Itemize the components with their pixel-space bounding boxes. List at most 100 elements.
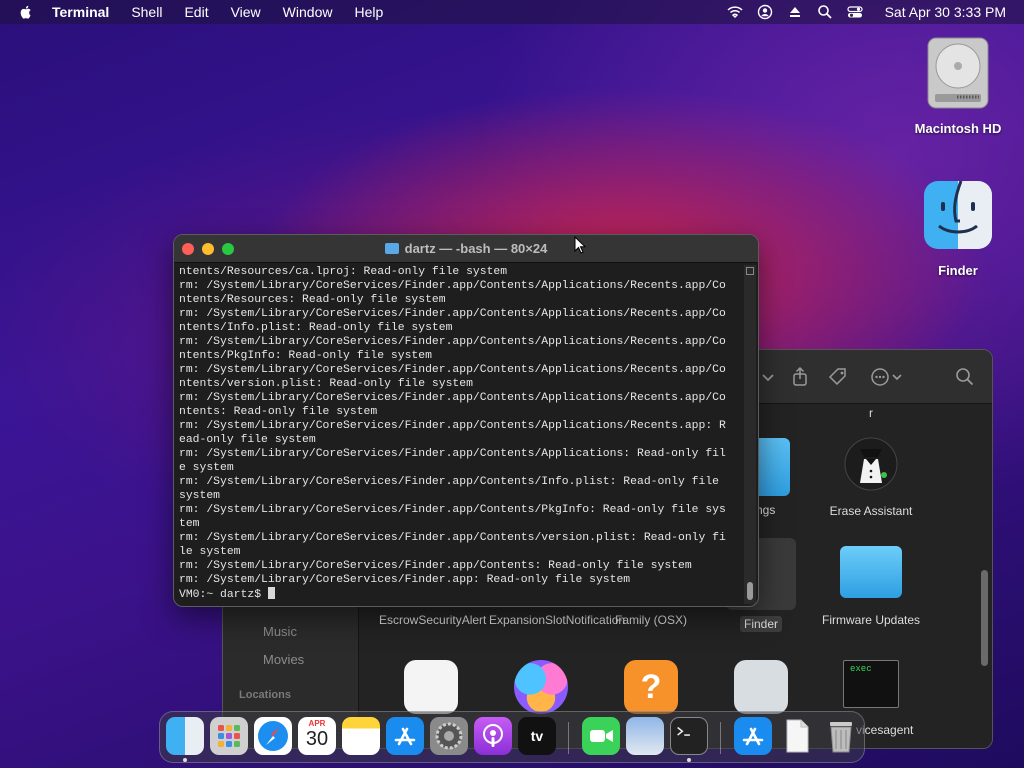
- desktop-icon-label: Macintosh HD: [914, 121, 1002, 136]
- terminal-titlebar[interactable]: dartz — -bash — 80×24: [174, 235, 758, 263]
- dock-finder-icon[interactable]: [166, 717, 204, 755]
- terminal-output[interactable]: ntents/Resources/ca.lproj: Read-only fil…: [179, 265, 740, 602]
- finder-item-expansionslotnotification[interactable]: ExpansionSlotNotification: [486, 612, 626, 628]
- terminal-line: ntents/Resources: Read-only file system: [179, 294, 446, 306]
- menu-edit[interactable]: Edit: [184, 4, 208, 20]
- terminal-line: le system: [179, 546, 241, 558]
- calendar-month: APR: [308, 719, 326, 728]
- dock: APR 30 tv: [159, 711, 865, 763]
- terminal-line: ead-only file system: [179, 434, 316, 446]
- calendar-day: 30: [305, 728, 329, 750]
- wifi-icon[interactable]: [727, 4, 743, 20]
- finder-item-family-osx[interactable]: Family (OSX): [596, 612, 706, 628]
- terminal-line: rm: /System/Library/CoreServices/Finder.…: [179, 476, 720, 488]
- share-icon[interactable]: [789, 366, 811, 388]
- desktop-icon-label: Finder: [938, 263, 978, 278]
- terminal-line: ntents: Read-only file system: [179, 406, 378, 418]
- terminal-line: rm: /System/Library/CoreServices/Finder.…: [179, 504, 726, 516]
- dock-safari-icon[interactable]: [254, 717, 292, 755]
- finder-item-erase-assistant[interactable]: Erase Assistant: [816, 435, 926, 519]
- finder-item-label: Finder: [739, 616, 782, 632]
- running-indicator: [687, 758, 691, 762]
- help-icon: ?: [624, 660, 678, 714]
- terminal-line: system: [179, 490, 221, 502]
- terminal-line: ntents/Resources/ca.lproj: Read-only fil…: [179, 266, 508, 278]
- menu-help[interactable]: Help: [354, 4, 383, 20]
- search-icon[interactable]: [954, 366, 976, 388]
- sidebar-item-movies[interactable]: Movies: [263, 652, 304, 667]
- dock-separator: [568, 722, 569, 754]
- user-icon[interactable]: [757, 4, 773, 20]
- menu-view[interactable]: View: [231, 4, 261, 20]
- finder-item-label: vicesagent: [856, 723, 914, 737]
- dock-preview-icon[interactable]: [626, 717, 664, 755]
- dock-trash-icon[interactable]: [822, 717, 860, 755]
- dock-podcasts-icon[interactable]: [474, 717, 512, 755]
- terminal-title-text: dartz — -bash — 80×24: [404, 241, 548, 256]
- terminal-line: rm: /System/Library/CoreServices/Finder.…: [179, 392, 726, 404]
- chevron-down-icon[interactable]: [757, 366, 779, 388]
- terminal-line: e system: [179, 462, 234, 474]
- dock-system-preferences-icon[interactable]: [430, 717, 468, 755]
- terminal-line: ntents/PkgInfo: Read-only file system: [179, 350, 432, 362]
- terminal-line: rm: /System/Library/CoreServices/Finder.…: [179, 532, 726, 544]
- app-icon: [734, 660, 788, 714]
- dock-tv-icon[interactable]: tv: [518, 717, 556, 755]
- finder-item-label: EscrowSecurityAlert: [379, 613, 487, 627]
- terminal-scrollbar[interactable]: [744, 265, 756, 604]
- finder-item-truncated[interactable]: r: [816, 405, 926, 421]
- menu-shell[interactable]: Shell: [131, 4, 162, 20]
- scroll-split-icon[interactable]: [746, 267, 754, 275]
- dock-facetime-icon[interactable]: [582, 717, 620, 755]
- terminal-line: rm: /System/Library/CoreServices/Finder.…: [179, 336, 726, 348]
- terminal-line: ntents/Info.plist: Read-only file system: [179, 322, 453, 334]
- terminal-window[interactable]: dartz — -bash — 80×24 ntents/Resources/c…: [173, 234, 759, 607]
- more-actions-icon[interactable]: [869, 366, 905, 388]
- menubar-clock[interactable]: Sat Apr 30 3:33 PM: [885, 4, 1006, 20]
- dock-app-store-icon[interactable]: [386, 717, 424, 755]
- eject-icon[interactable]: [787, 4, 803, 20]
- terminal-line: rm: /System/Library/CoreServices/Finder.…: [179, 560, 692, 572]
- search-icon[interactable]: [817, 4, 833, 20]
- dock-separator: [720, 722, 721, 754]
- control-center-icon[interactable]: [846, 4, 863, 20]
- mouse-pointer-icon: [574, 236, 586, 254]
- running-indicator: [183, 758, 187, 762]
- scrollbar-thumb[interactable]: [747, 582, 753, 600]
- menu-window[interactable]: Window: [283, 4, 333, 20]
- dock-document-icon[interactable]: [778, 717, 816, 755]
- finder-icon: [924, 180, 992, 249]
- finder-scrollbar[interactable]: [981, 570, 988, 666]
- terminal-title: dartz — -bash — 80×24: [174, 241, 758, 256]
- terminal-line: rm: /System/Library/CoreServices/Finder.…: [179, 280, 726, 292]
- menu-bar: Terminal Shell Edit View Window Help Sat…: [0, 0, 1024, 24]
- app-icon: [404, 660, 458, 714]
- dock-terminal-icon[interactable]: [670, 717, 708, 755]
- finder-item-label: Family (OSX): [615, 613, 687, 627]
- erase-assistant-icon: [844, 437, 898, 491]
- finder-item-firmware-updates[interactable]: Firmware Updates: [816, 546, 926, 628]
- terminal-line: ntents/version.plist: Read-only file sys…: [179, 378, 473, 390]
- tv-label: tv: [530, 728, 544, 744]
- finder-item-escrowsecurityalert[interactable]: EscrowSecurityAlert: [376, 612, 486, 628]
- sidebar-section-locations: Locations: [239, 689, 291, 701]
- dock-notes-icon[interactable]: [342, 717, 380, 755]
- sidebar-item-music[interactable]: Music: [263, 624, 297, 639]
- terminal-line: rm: /System/Library/CoreServices/Finder.…: [179, 574, 631, 586]
- terminal-line: rm: /System/Library/CoreServices/Finder.…: [179, 448, 726, 460]
- finder-item-label: ExpansionSlotNotification: [489, 613, 626, 627]
- terminal-prompt-line[interactable]: VM0:~ dartz$: [179, 587, 740, 602]
- dock-calendar-icon[interactable]: APR 30: [298, 717, 336, 755]
- folder-icon: [384, 243, 399, 254]
- desktop-icon-finder[interactable]: Finder: [903, 178, 1013, 278]
- finder-item-servicesagent[interactable]: exec vicesagent: [816, 660, 926, 737]
- dock-downloads-icon[interactable]: [734, 717, 772, 755]
- desktop-icon-macintosh-hd[interactable]: Macintosh HD: [903, 36, 1013, 136]
- dock-launchpad-icon[interactable]: [210, 717, 248, 755]
- apple-menu-icon[interactable]: [18, 4, 34, 20]
- finder-item-label: Firmware Updates: [821, 613, 921, 627]
- tag-icon[interactable]: [827, 366, 849, 388]
- menu-app-name[interactable]: Terminal: [52, 4, 109, 20]
- terminal-prompt: VM0:~ dartz$: [179, 589, 268, 601]
- exec-icon: exec: [843, 660, 899, 708]
